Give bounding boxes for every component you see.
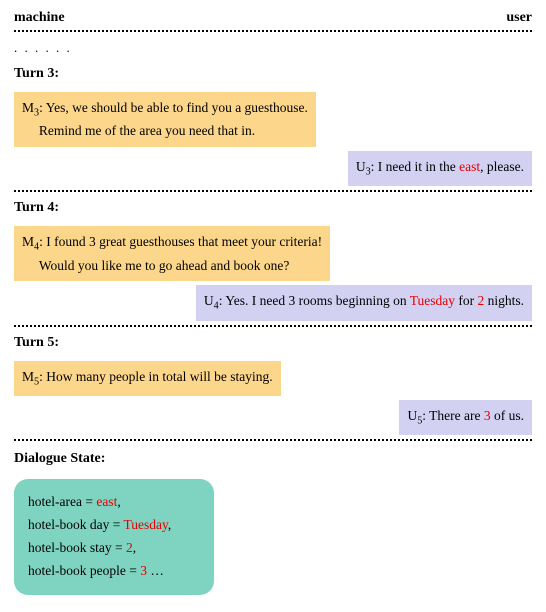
state-l3hl: 2 bbox=[126, 540, 133, 555]
u4-hl1: Tuesday bbox=[410, 293, 455, 308]
state-l1b: , bbox=[117, 494, 120, 509]
turn-3-user-bubble: U3: I need it in the east, please. bbox=[348, 151, 532, 186]
m3-text: : Yes, we should be able to find you a g… bbox=[39, 100, 308, 115]
header-row: machine user bbox=[14, 10, 532, 26]
turn-5-user-row: U5: There are 3 of us. bbox=[14, 400, 532, 435]
u3-hl: east bbox=[459, 159, 480, 174]
u4-a: : Yes. I need 3 rooms beginning on bbox=[219, 293, 410, 308]
turn-4-user-bubble: U4: Yes. I need 3 rooms beginning on Tue… bbox=[196, 285, 532, 320]
u5-a: : There are bbox=[422, 408, 484, 423]
turn-4-label: Turn 4: bbox=[14, 200, 532, 216]
m5-text: : How many people in total will be stayi… bbox=[39, 369, 273, 384]
state-line-3: hotel-book stay = 2, bbox=[28, 537, 200, 560]
turn-5-machine-row: M5: How many people in total will be sta… bbox=[14, 361, 532, 396]
divider bbox=[14, 190, 532, 192]
state-l3b: , bbox=[133, 540, 136, 555]
state-line-1: hotel-area = east, bbox=[28, 491, 200, 514]
dialogue-state-label: Dialogue State: bbox=[14, 451, 532, 467]
u4-mid: for bbox=[455, 293, 478, 308]
turn-5-machine-bubble: M5: How many people in total will be sta… bbox=[14, 361, 281, 396]
state-l1hl: east bbox=[96, 494, 117, 509]
u4-prefix: U bbox=[204, 293, 214, 308]
header-machine: machine bbox=[14, 10, 65, 26]
turn-3-user-row: U3: I need it in the east, please. bbox=[14, 151, 532, 186]
m3-text2: Remind me of the area you need that in. bbox=[39, 123, 255, 138]
state-l1a: hotel-area = bbox=[28, 494, 96, 509]
u5-hl: 3 bbox=[484, 408, 491, 423]
turn-3-label: Turn 3: bbox=[14, 66, 532, 82]
m3-prefix: M bbox=[22, 100, 34, 115]
turn-5-label: Turn 5: bbox=[14, 335, 532, 351]
u3-a: : I need it in the bbox=[371, 159, 459, 174]
state-l2b: , bbox=[168, 517, 171, 532]
state-l4a: hotel-book people = bbox=[28, 563, 140, 578]
m4-text2: Would you like me to go ahead and book o… bbox=[39, 258, 289, 273]
m4-prefix: M bbox=[22, 234, 34, 249]
divider bbox=[14, 325, 532, 327]
m4-text: : I found 3 great guesthouses that meet … bbox=[39, 234, 322, 249]
state-line-2: hotel-book day = Tuesday, bbox=[28, 514, 200, 537]
state-l4hl: 3 bbox=[140, 563, 147, 578]
ellipsis: . . . . . . bbox=[14, 40, 532, 56]
turn-3-machine-row: M3: Yes, we should be able to find you a… bbox=[14, 92, 532, 147]
turn-4-machine-row: M4: I found 3 great guesthouses that mee… bbox=[14, 226, 532, 281]
turn-4-user-row: U4: Yes. I need 3 rooms beginning on Tue… bbox=[14, 285, 532, 320]
u5-b: of us. bbox=[491, 408, 524, 423]
state-line-4: hotel-book people = 3 … bbox=[28, 560, 200, 583]
u3-b: , please. bbox=[480, 159, 524, 174]
state-l2a: hotel-book day = bbox=[28, 517, 123, 532]
divider bbox=[14, 30, 532, 32]
turn-5-user-bubble: U5: There are 3 of us. bbox=[399, 400, 532, 435]
u3-prefix: U bbox=[356, 159, 366, 174]
u4-b: nights. bbox=[484, 293, 524, 308]
header-user: user bbox=[506, 10, 532, 26]
divider bbox=[14, 439, 532, 441]
state-l4b: … bbox=[147, 563, 164, 578]
turn-3-machine-bubble: M3: Yes, we should be able to find you a… bbox=[14, 92, 316, 147]
turn-4-machine-bubble: M4: I found 3 great guesthouses that mee… bbox=[14, 226, 330, 281]
dialogue-state-box: hotel-area = east, hotel-book day = Tues… bbox=[14, 479, 214, 595]
u5-prefix: U bbox=[407, 408, 417, 423]
m5-prefix: M bbox=[22, 369, 34, 384]
state-l2hl: Tuesday bbox=[123, 517, 167, 532]
state-l3a: hotel-book stay = bbox=[28, 540, 126, 555]
